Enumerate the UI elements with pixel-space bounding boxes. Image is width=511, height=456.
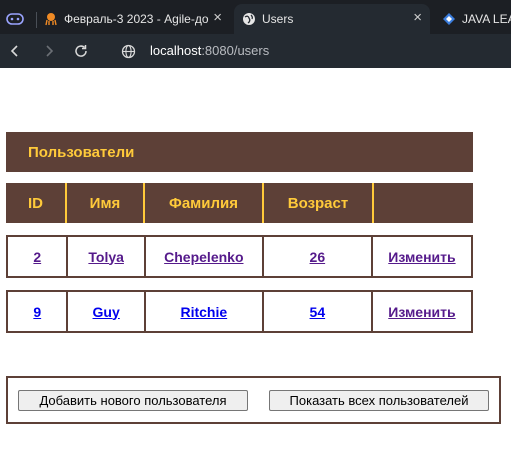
column-header-id: ID — [6, 183, 67, 223]
first-name-link[interactable]: Guy — [93, 304, 120, 320]
reload-icon — [75, 45, 87, 57]
octopus-icon — [44, 12, 58, 26]
arrow-right-icon — [46, 45, 54, 57]
url-host: localhost — [150, 43, 202, 58]
edit-user-link[interactable]: Изменить — [388, 304, 455, 320]
page-title: Пользователи — [28, 143, 135, 161]
user-id-link[interactable]: 9 — [33, 304, 41, 320]
cell-action: Изменить — [373, 237, 471, 276]
arrow-left-icon — [10, 45, 18, 57]
tab-java[interactable]: JAVA LEAR — [436, 4, 511, 34]
cell-age: 54 — [264, 292, 373, 331]
globe-icon — [242, 12, 256, 26]
browser-tab-bar: Февраль-3 2023 - Agile-до × Users × JAVA… — [0, 0, 511, 34]
last-name-link[interactable]: Ritchie — [180, 304, 227, 320]
first-name-link[interactable]: Tolya — [88, 249, 124, 265]
table-header: ID Имя Фамилия Возраст — [6, 183, 473, 223]
extensions-tab[interactable] — [6, 4, 32, 34]
tab-title: Users — [262, 12, 294, 26]
reload-button[interactable] — [70, 40, 92, 62]
column-header-age: Возраст — [264, 183, 374, 223]
column-header-last-name: Фамилия — [145, 183, 264, 223]
page-content: Пользователи ID Имя Фамилия Возраст 2 To… — [0, 68, 511, 456]
back-button[interactable] — [4, 40, 26, 62]
column-header-first-name: Имя — [67, 183, 145, 223]
close-icon[interactable]: × — [213, 10, 222, 25]
age-link[interactable]: 54 — [310, 304, 326, 320]
page-title-bar: Пользователи — [6, 132, 473, 172]
age-link[interactable]: 26 — [310, 249, 326, 265]
cell-id: 9 — [8, 292, 69, 331]
tab-users[interactable]: Users × — [234, 4, 430, 34]
show-all-users-button[interactable]: Показать всех пользователей — [269, 390, 489, 411]
cell-last-name: Ritchie — [146, 292, 264, 331]
table-row: 9 Guy Ritchie 54 Изменить — [6, 290, 473, 333]
actions-panel: Добавить нового пользователя Показать вс… — [6, 376, 501, 424]
tab-title: Февраль-3 2023 - Agile-до — [64, 12, 209, 26]
forward-button[interactable] — [38, 40, 60, 62]
cell-last-name: Chepelenko — [146, 237, 264, 276]
add-user-button[interactable]: Добавить нового пользователя — [18, 390, 248, 411]
url-field[interactable]: localhost:8080/users — [150, 43, 269, 58]
close-icon[interactable]: × — [413, 10, 422, 25]
tab-title: JAVA LEAR — [462, 12, 511, 26]
gamepad-icon — [6, 12, 24, 26]
site-info-button[interactable] — [117, 40, 139, 62]
globe-icon — [121, 44, 135, 58]
url-path: :8080/users — [201, 43, 270, 58]
browser-toolbar: localhost:8080/users — [0, 34, 511, 68]
last-name-link[interactable]: Chepelenko — [164, 249, 243, 265]
cell-first-name: Tolya — [68, 237, 146, 276]
cell-action: Изменить — [373, 292, 471, 331]
tab-agile[interactable]: Февраль-3 2023 - Agile-до × — [40, 4, 230, 34]
user-id-link[interactable]: 2 — [33, 249, 41, 265]
table-row: 2 Tolya Chepelenko 26 Изменить — [6, 235, 473, 278]
diamond-icon — [442, 12, 456, 26]
cell-first-name: Guy — [68, 292, 146, 331]
cell-id: 2 — [8, 237, 69, 276]
tab-separator — [36, 12, 37, 28]
edit-user-link[interactable]: Изменить — [388, 249, 455, 265]
column-header-action — [374, 183, 473, 223]
cell-age: 26 — [264, 237, 373, 276]
